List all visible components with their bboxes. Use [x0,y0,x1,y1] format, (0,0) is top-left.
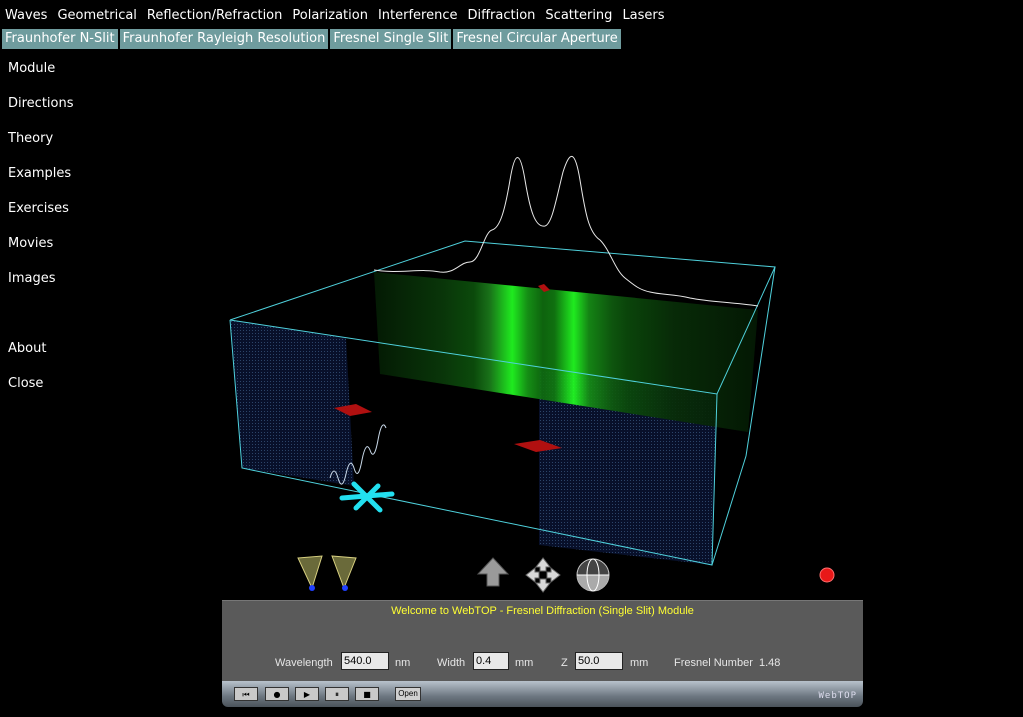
record-button[interactable]: ● [265,687,289,701]
simulation-viewport[interactable] [0,0,1023,600]
wavelength-label: Wavelength [275,657,333,669]
pause-button[interactable]: ⏸ [325,687,349,701]
z-label: Z [561,657,568,669]
stop-button[interactable]: ■ [355,687,379,701]
light-source-icon[interactable] [339,481,395,513]
transport-bar: ⏮ ● ▶ ⏸ ■ Open WebTOP [222,681,863,707]
width-unit: mm [515,657,534,669]
wavelength-input[interactable]: 540.0 [341,652,389,670]
play-button[interactable]: ▶ [295,687,319,701]
pan-up-icon[interactable] [476,557,510,587]
move-cross-icon[interactable] [525,557,561,593]
z-input[interactable]: 50.0 [575,652,623,670]
open-button[interactable]: Open [395,687,421,701]
control-panel: Welcome to WebTOP - Fresnel Diffraction … [222,600,863,681]
fresnel-number-value: 1.48 [759,657,781,669]
z-unit: mm [630,657,649,669]
webtop-logo: WebTOP [818,691,857,701]
fresnel-number-label: Fresnel Number [674,657,753,669]
welcome-message: Welcome to WebTOP - Fresnel Diffraction … [391,605,694,617]
width-label: Width [437,657,466,669]
red-dot-icon[interactable] [819,567,835,583]
width-input[interactable]: 0.4 [473,652,509,670]
wavelength-unit: nm [395,657,411,669]
viewpoint-left-icon[interactable] [297,555,323,591]
rotate-sphere-icon[interactable] [576,558,610,592]
left-panel-wall [230,320,354,486]
rewind-button[interactable]: ⏮ [234,687,258,701]
viewpoint-right-icon[interactable] [331,555,357,591]
